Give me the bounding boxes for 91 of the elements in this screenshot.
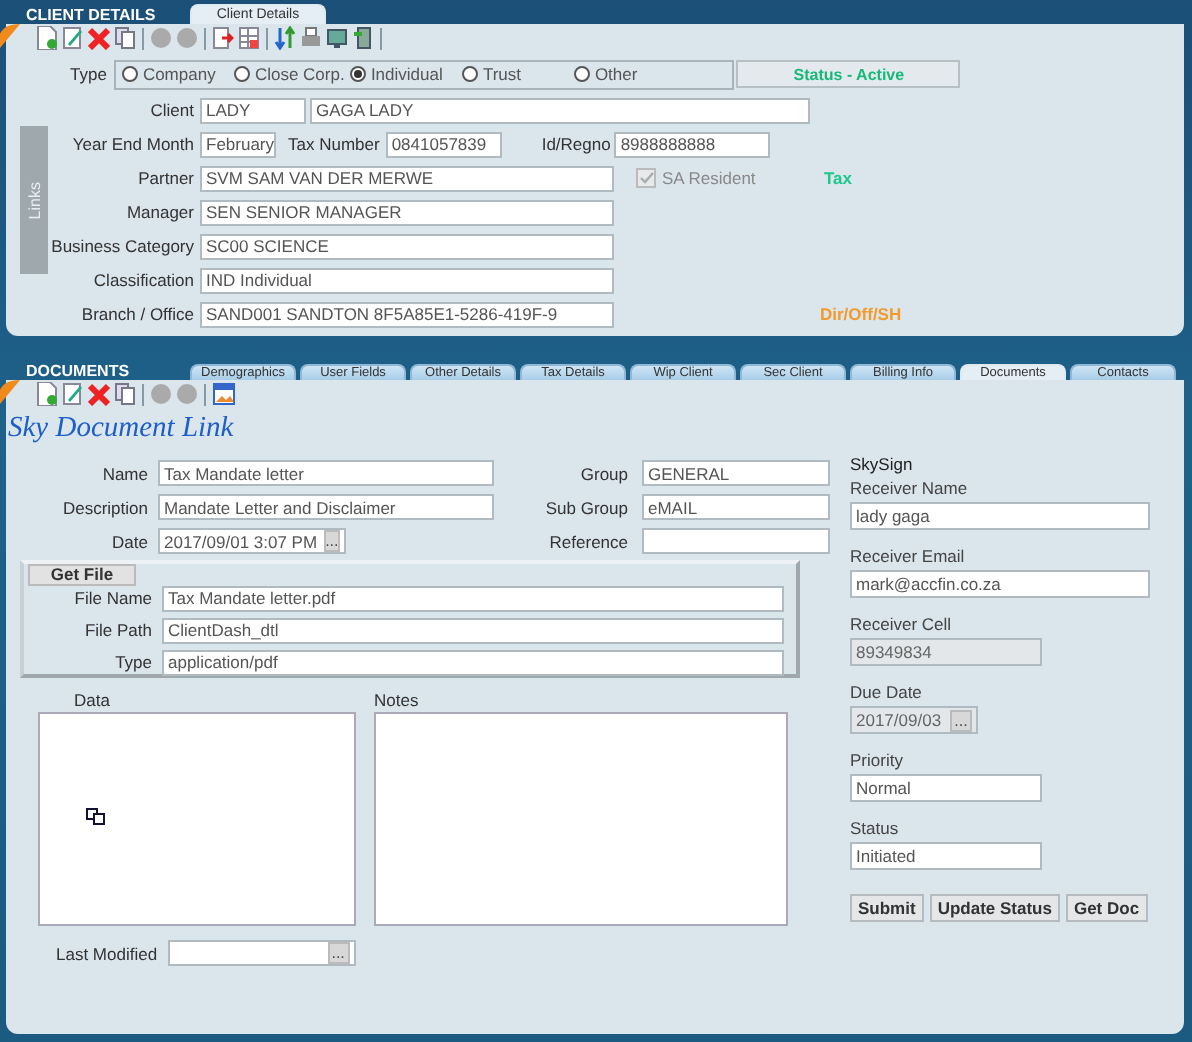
field-label: Sub Group [543, 497, 628, 517]
field-label: Manager [124, 202, 194, 222]
field-label: Branch / Office [79, 304, 194, 324]
field-label: Name [100, 463, 148, 483]
input-field[interactable]: application/pdf [162, 649, 784, 675]
radio-label[interactable]: Company [142, 64, 216, 84]
field-label: Notes [374, 690, 421, 710]
printer-icon[interactable] [300, 26, 322, 50]
action-button[interactable]: Get Doc [1065, 894, 1148, 922]
edit-icon[interactable] [62, 382, 84, 406]
get-file-button[interactable]: Get File [28, 564, 136, 586]
field-label: Description [60, 497, 148, 517]
field-label: File Path [82, 620, 152, 640]
radio-button[interactable] [574, 66, 591, 82]
field-label: Group [578, 463, 628, 483]
date-picker-button[interactable]: ... [327, 942, 350, 964]
input-field[interactable]: LADY [200, 97, 306, 123]
field-label: Receiver Cell [850, 612, 954, 636]
field-label: Priority [850, 748, 905, 772]
date-field[interactable]: ... [167, 940, 356, 966]
input-field[interactable]: Initiated [850, 842, 1042, 870]
input-field[interactable]: SVM SAM VAN DER MERWE [200, 165, 614, 191]
field-label: Business Category [49, 236, 194, 256]
copy-icon[interactable] [114, 26, 136, 50]
date-field[interactable]: 2017/09/01 3:07 PM ... [158, 528, 346, 554]
field-label: Id/Regno [541, 134, 611, 154]
field-label: Tax Number [288, 134, 380, 154]
field-label: Type [70, 64, 107, 84]
input-field[interactable]: Mandate Letter and Disclaimer [158, 494, 494, 520]
action-button[interactable]: Update Status [929, 894, 1060, 922]
field-label: Year End Month [70, 134, 194, 154]
input-field[interactable]: SAND001 SANDTON 8F5A85E1-5286-419F-9 [200, 301, 614, 327]
section-title: CLIENT DETAILS [24, 6, 158, 24]
input-field[interactable]: eMAIL [642, 494, 830, 520]
radio-button[interactable] [122, 66, 139, 82]
input-field[interactable]: Normal [850, 774, 1042, 802]
device-icon[interactable] [352, 26, 374, 50]
input-field[interactable]: lady gaga [850, 502, 1150, 530]
input-field[interactable]: GENERAL [642, 460, 830, 486]
input-field[interactable]: SC00 SCIENCE [200, 233, 614, 259]
radio-button[interactable] [350, 66, 367, 82]
input-field[interactable]: GAGA LADY [310, 97, 810, 123]
field-label: Reference [547, 531, 628, 551]
radio-label[interactable]: Close Corp. [254, 64, 345, 84]
input-field[interactable]: mark@accfin.co.za [850, 570, 1150, 598]
corner-decoration [0, 380, 20, 404]
delete-icon[interactable] [88, 26, 110, 50]
field-label: File Name [72, 588, 152, 608]
input-field[interactable]: 0841057839 [385, 131, 502, 157]
page-heading: Sky Document Link [8, 412, 236, 444]
input-field[interactable]: ClientDash_dtl [162, 617, 784, 643]
field-label: Receiver Name [850, 476, 970, 500]
date-picker-button[interactable]: ... [323, 530, 341, 552]
field-label: Due Date [850, 680, 924, 704]
image-icon[interactable] [212, 382, 236, 406]
input-field[interactable]: February [200, 131, 276, 157]
radio-label[interactable]: Trust [482, 64, 521, 84]
delete-icon[interactable] [88, 382, 110, 406]
field-label: Date [110, 531, 148, 551]
field-label: Receiver Email [850, 544, 967, 568]
field-label: Type [113, 652, 152, 672]
field-label: Data [74, 690, 112, 710]
grid-icon[interactable] [238, 26, 260, 50]
radio-label[interactable]: Individual [370, 64, 443, 84]
radio-button[interactable] [462, 66, 479, 82]
monitor-icon[interactable] [326, 26, 348, 50]
input-field[interactable]: Tax Mandate letter [158, 460, 494, 486]
copy-icon[interactable] [114, 382, 136, 406]
radio-label[interactable]: Other [594, 64, 638, 84]
input-field[interactable]: 8988888888 [614, 131, 771, 157]
field-label: Partner [136, 168, 194, 188]
field-label: Last Modified [56, 943, 158, 963]
input-field[interactable]: Tax Mandate letter.pdf [162, 585, 784, 611]
input-field[interactable] [642, 528, 830, 554]
field-label: Classification [91, 270, 194, 290]
field-label: Client [148, 100, 194, 120]
data-box[interactable] [38, 712, 356, 926]
sort-icon[interactable] [274, 26, 296, 50]
input-field[interactable]: IND Individual [200, 267, 614, 293]
notes-box[interactable] [374, 712, 788, 926]
field-label: Status [850, 816, 901, 840]
edit-icon[interactable] [62, 26, 84, 50]
corner-decoration [0, 24, 20, 48]
new-document-icon[interactable] [36, 26, 58, 50]
new-document-icon[interactable] [36, 382, 58, 406]
input-field[interactable]: SEN SENIOR MANAGER [200, 199, 614, 225]
section-title: DOCUMENTS [24, 362, 132, 380]
copy-icon [86, 808, 106, 826]
radio-button[interactable] [234, 66, 251, 82]
action-button[interactable]: Submit [850, 894, 924, 922]
section-title: SkySign [850, 454, 915, 476]
